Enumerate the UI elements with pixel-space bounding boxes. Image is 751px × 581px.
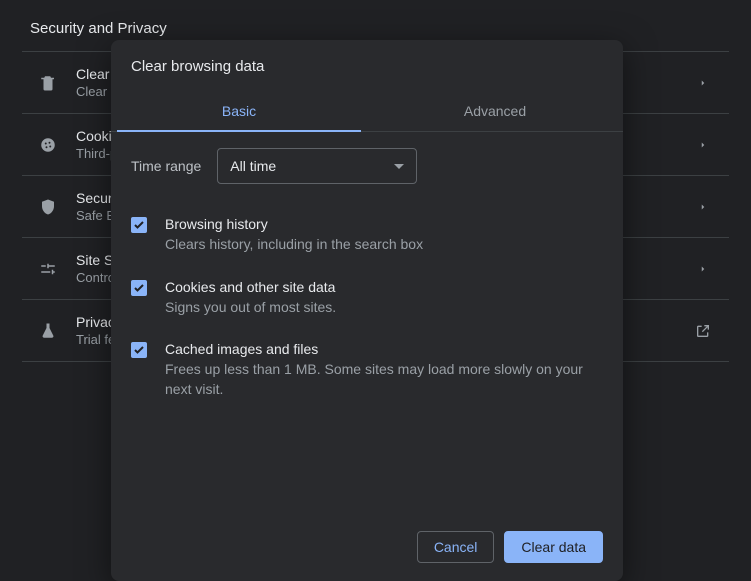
check-desc: Frees up less than 1 MB. Some sites may … <box>165 360 603 399</box>
check-text: Cached images and files Frees up less th… <box>165 341 603 399</box>
check-row-cookies[interactable]: Cookies and other site data Signs you ou… <box>131 267 603 330</box>
dialog-tabs: Basic Advanced <box>111 93 623 132</box>
sliders-icon <box>36 257 60 281</box>
time-range-label: Time range <box>131 158 201 174</box>
flask-icon <box>36 319 60 343</box>
check-desc: Clears history, including in the search … <box>165 235 603 255</box>
dialog-footer: Cancel Clear data <box>111 515 623 581</box>
time-range-select[interactable]: All time <box>217 148 417 184</box>
check-title: Cached images and files <box>165 341 603 357</box>
check-row-browsing-history[interactable]: Browsing history Clears history, includi… <box>131 204 603 267</box>
dropdown-caret-icon <box>394 164 404 169</box>
external-link-icon <box>691 319 715 343</box>
chevron-right-icon <box>691 71 715 95</box>
time-range-row: Time range All time <box>131 148 603 184</box>
check-desc: Signs you out of most sites. <box>165 298 603 318</box>
checkbox-browsing-history[interactable] <box>131 217 147 233</box>
shield-icon <box>36 195 60 219</box>
checkbox-cached[interactable] <box>131 342 147 358</box>
clear-browsing-data-dialog: Clear browsing data Basic Advanced Time … <box>111 40 623 581</box>
dialog-body: Time range All time Browsing history Cle… <box>111 132 623 415</box>
tab-basic[interactable]: Basic <box>111 93 367 131</box>
clear-data-button[interactable]: Clear data <box>504 531 603 563</box>
checkbox-cookies[interactable] <box>131 280 147 296</box>
tab-advanced[interactable]: Advanced <box>367 93 623 131</box>
dialog-title: Clear browsing data <box>111 40 623 93</box>
check-title: Browsing history <box>165 216 603 232</box>
check-row-cached[interactable]: Cached images and files Frees up less th… <box>131 329 603 411</box>
cancel-button[interactable]: Cancel <box>417 531 495 563</box>
cookie-icon <box>36 133 60 157</box>
chevron-right-icon <box>691 257 715 281</box>
chevron-right-icon <box>691 133 715 157</box>
check-text: Browsing history Clears history, includi… <box>165 216 603 255</box>
trash-icon <box>36 71 60 95</box>
time-range-value: All time <box>230 158 276 174</box>
check-title: Cookies and other site data <box>165 279 603 295</box>
check-text: Cookies and other site data Signs you ou… <box>165 279 603 318</box>
chevron-right-icon <box>691 195 715 219</box>
